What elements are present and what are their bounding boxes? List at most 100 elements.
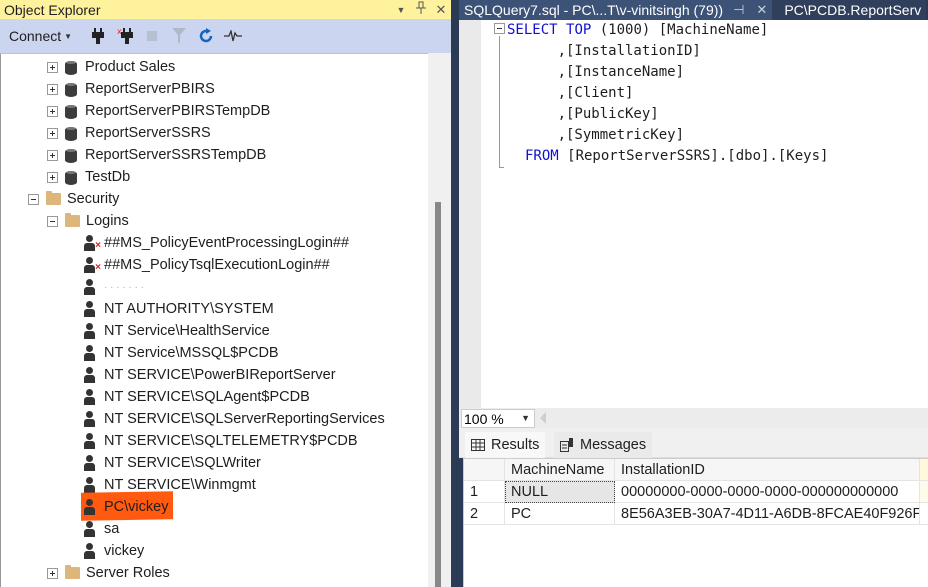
stop-icon[interactable] xyxy=(138,25,165,47)
scrollbar-thumb[interactable] xyxy=(435,202,441,587)
column-header[interactable]: MachineName xyxy=(505,459,615,481)
sql-text: ,[PublicKey] xyxy=(507,106,659,122)
grid-corner[interactable] xyxy=(464,459,505,481)
disabled-x-icon: × xyxy=(95,240,101,251)
code-line[interactable]: ,[SymmetricKey] xyxy=(507,127,684,143)
expand-icon[interactable] xyxy=(47,127,58,139)
tree-item-login[interactable]: NT SERVICE\SQLServerReportingServices xyxy=(83,408,385,430)
tree-item-database[interactable]: TestDb xyxy=(47,166,130,188)
tree-item-database[interactable]: ReportServerSSRSTempDB xyxy=(47,144,266,166)
tree-item-database[interactable]: ReportServerSSRS xyxy=(47,122,211,144)
grid-cell[interactable]: NULL xyxy=(505,481,615,503)
zoom-select[interactable]: 100 % ▼ xyxy=(461,409,535,428)
code-line[interactable]: ,[PublicKey] xyxy=(507,106,659,122)
collapse-icon[interactable] xyxy=(494,23,505,34)
collapse-icon[interactable] xyxy=(28,193,39,205)
login-icon xyxy=(83,543,97,559)
login-icon xyxy=(83,367,97,383)
tab-sqlquery7[interactable]: SQLQuery7.sql - PC\...T\v-vinitsingh (79… xyxy=(459,0,773,20)
tab-reportserver[interactable]: PC\PCDB.ReportServ xyxy=(772,0,927,20)
tree-item-login[interactable]: NT SERVICE\SQLTELEMETRY$PCDB xyxy=(83,430,358,452)
tree-item-login[interactable]: × ##MS_PolicyEventProcessingLogin## xyxy=(83,232,349,254)
tree-item-label: NT SERVICE\PowerBIReportServer xyxy=(104,367,336,383)
tree-item-login[interactable]: NT Service\HealthService xyxy=(83,320,270,342)
tree-item-label: ##MS_PolicyTsqlExecutionLogin## xyxy=(104,257,330,273)
activity-monitor-icon[interactable] xyxy=(219,25,246,47)
sql-text: ,[InstanceName] xyxy=(507,64,685,80)
grid-cell[interactable]: PC xyxy=(505,503,615,525)
code-line[interactable]: SELECT TOP (1000) [MachineName] xyxy=(507,22,768,38)
tree-item-login[interactable]: NT SERVICE\SQLAgent$PCDB xyxy=(83,386,310,408)
connect-button[interactable]: Connect ▼ xyxy=(9,28,72,44)
row-number[interactable]: 1 xyxy=(464,481,505,503)
folder-icon xyxy=(46,191,61,205)
tree-item-login[interactable]: · · · · · · · xyxy=(83,276,144,298)
tree-item-logins[interactable]: Logins xyxy=(47,210,129,232)
tree-item-label: NT SERVICE\SQLAgent$PCDB xyxy=(104,389,310,405)
code-line[interactable]: ,[Client] xyxy=(507,85,634,101)
login-icon xyxy=(83,389,97,405)
tree-item-login[interactable]: × ##MS_PolicyTsqlExecutionLogin## xyxy=(83,254,330,276)
expand-icon[interactable] xyxy=(47,83,58,95)
panel-splitter[interactable] xyxy=(451,0,459,587)
database-icon xyxy=(65,104,77,119)
tree-item-login[interactable]: sa xyxy=(83,518,119,540)
tree-item-label: ReportServerPBIRS xyxy=(85,81,215,97)
results-grid[interactable]: MachineName InstallationID 1 NULL 00000000-0… xyxy=(463,458,928,587)
tree-item-database[interactable]: ReportServerPBIRSTempDB xyxy=(47,100,270,122)
tree-item-label: NT SERVICE\SQLWriter xyxy=(104,455,261,471)
scroll-left-icon[interactable] xyxy=(540,412,546,424)
refresh-icon[interactable] xyxy=(192,25,219,47)
tree-item-login[interactable]: NT SERVICE\PowerBIReportServer xyxy=(83,364,336,386)
expand-icon[interactable] xyxy=(47,61,58,73)
grid-cell[interactable]: 00000000-0000-0000-0000-000000000000 xyxy=(615,481,920,503)
disabled-login-icon: × xyxy=(83,257,101,273)
pin-icon[interactable]: ⊣ xyxy=(733,2,744,18)
tab-results[interactable]: Results xyxy=(465,432,546,458)
column-header[interactable] xyxy=(920,459,928,481)
expand-icon[interactable] xyxy=(47,149,58,161)
database-icon xyxy=(65,126,77,141)
expand-icon[interactable] xyxy=(47,567,58,579)
connect-icon[interactable] xyxy=(84,25,111,47)
grid-cell[interactable]: 8E56A3EB-30A7-4D11-A6DB-8FCAE40F926F xyxy=(615,503,920,525)
login-icon xyxy=(83,345,97,361)
tree-scrollbar[interactable] xyxy=(428,53,451,587)
dropdown-icon[interactable]: ▼ xyxy=(391,5,411,15)
folder-icon xyxy=(65,213,80,227)
tree-item-login[interactable]: PC\vickey xyxy=(83,496,168,518)
database-icon xyxy=(65,82,77,97)
tab-messages[interactable]: Messages xyxy=(554,432,653,458)
sql-editor[interactable]: SELECT TOP (1000) [MachineName] ,[Instal… xyxy=(459,20,928,408)
grid-cell[interactable] xyxy=(920,481,928,503)
document-tabs: SQLQuery7.sql - PC\...T\v-vinitsingh (79… xyxy=(459,0,928,20)
code-line[interactable]: ,[InstanceName] xyxy=(507,64,684,80)
tree-item-label: ReportServerSSRSTempDB xyxy=(85,147,267,163)
tree-item-database[interactable]: Product Sales xyxy=(47,56,175,78)
sql-text: (1000) [MachineName] xyxy=(591,22,769,38)
tree-item-server-roles[interactable]: Server Roles xyxy=(47,562,170,584)
sql-keyword: FROM xyxy=(525,148,559,164)
expand-icon[interactable] xyxy=(47,105,58,117)
messages-icon xyxy=(560,438,573,452)
tree-item-login[interactable]: vickey xyxy=(83,540,144,562)
expand-icon[interactable] xyxy=(47,171,58,183)
tree-item-login[interactable]: NT AUTHORITY\SYSTEM xyxy=(83,298,274,320)
collapse-icon[interactable] xyxy=(47,215,58,227)
tree-item-login[interactable]: NT SERVICE\SQLWriter xyxy=(83,452,261,474)
code-line[interactable]: FROM [ReportServerSSRS].[dbo].[Keys] xyxy=(525,148,828,164)
code-line[interactable]: ,[InstallationID] xyxy=(507,43,701,59)
folder-icon xyxy=(65,565,80,579)
close-icon[interactable]: ✕ xyxy=(756,2,767,18)
row-number[interactable]: 2 xyxy=(464,503,505,525)
tree-item-security[interactable]: Security xyxy=(28,188,119,210)
close-icon[interactable]: ✕ xyxy=(431,2,451,18)
tree-item-database[interactable]: ReportServerPBIRS xyxy=(47,78,215,100)
column-header[interactable]: InstallationID xyxy=(615,459,920,481)
grid-cell[interactable] xyxy=(920,503,928,525)
database-icon xyxy=(65,148,77,163)
disconnect-icon[interactable]: x xyxy=(111,25,138,47)
filter-icon[interactable] xyxy=(165,25,192,47)
tree-item-login[interactable]: NT Service\MSSQL$PCDB xyxy=(83,342,279,364)
pin-icon[interactable] xyxy=(411,1,431,18)
